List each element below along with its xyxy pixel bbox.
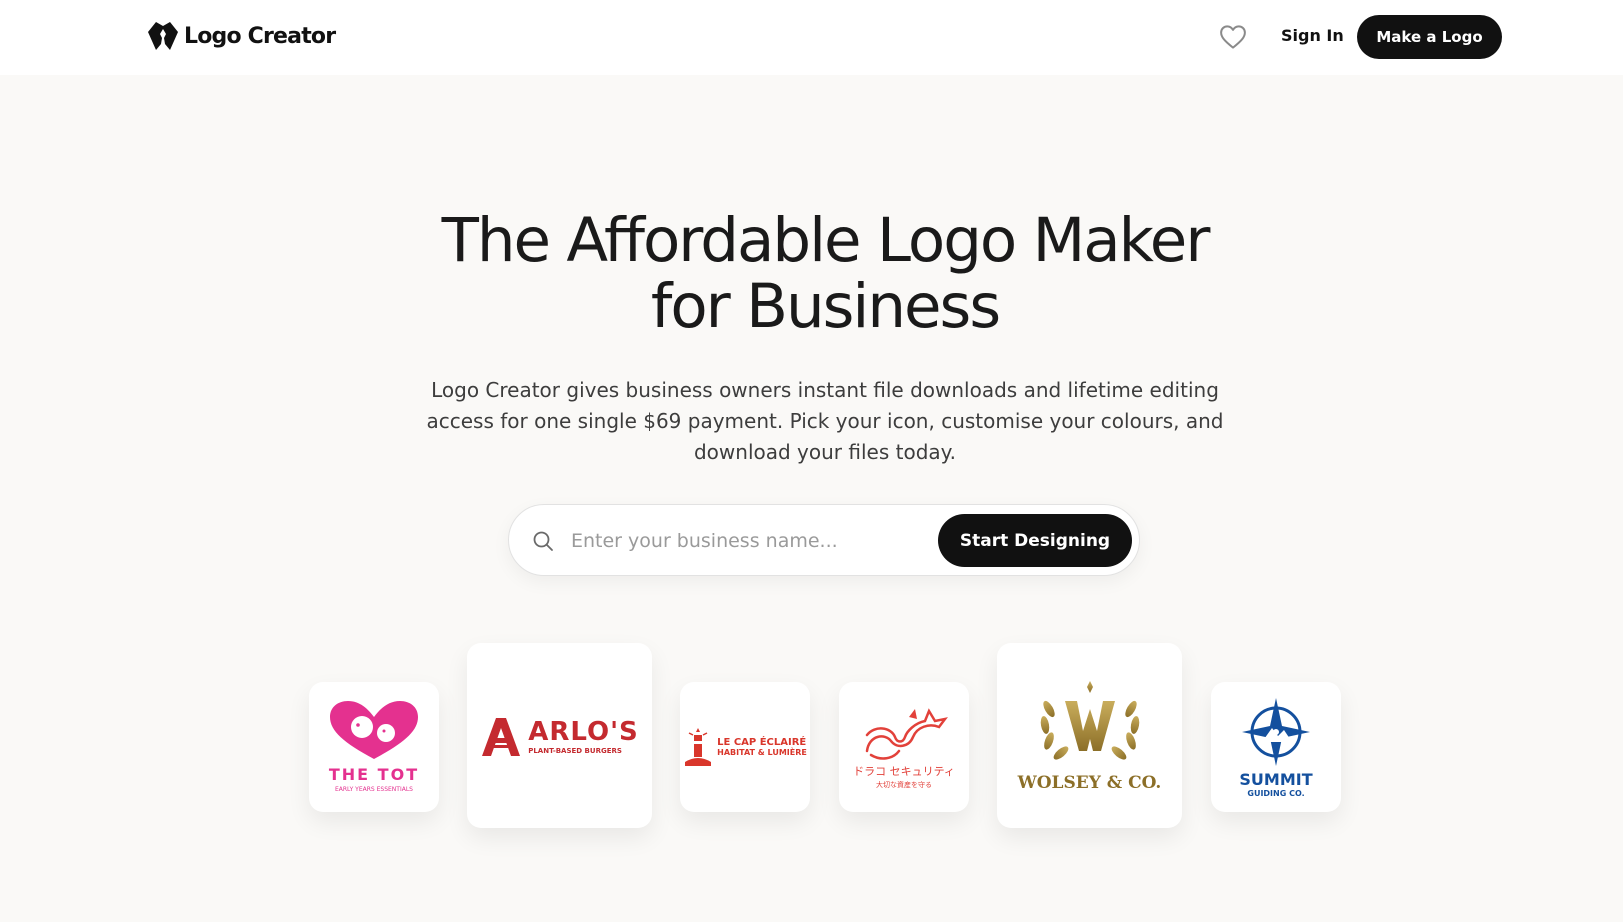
logo-creator-mark-icon bbox=[148, 22, 178, 50]
top-navigation-bar: Logo Creator Sign In Make a Logo bbox=[0, 0, 1623, 75]
le-cap-lockup: LE CAP ÉCLAIRÉ HABITAT & LUMIÈRE bbox=[683, 726, 807, 768]
start-designing-button[interactable]: Start Designing bbox=[938, 514, 1132, 567]
make-a-logo-button[interactable]: Make a Logo bbox=[1357, 15, 1502, 59]
le-cap-name: LE CAP ÉCLAIRÉ bbox=[717, 737, 807, 748]
compass-mountain-icon bbox=[1242, 698, 1310, 766]
example-logo-summit[interactable]: SUMMIT GUIDING CO. bbox=[1211, 682, 1341, 812]
hero-title-line-1: The Affordable Logo Maker bbox=[441, 205, 1211, 276]
summit-tagline: GUIDING CO. bbox=[1247, 789, 1305, 798]
hero-title-line-2: for Business bbox=[650, 271, 1001, 342]
hero-subtitle: Logo Creator gives business owners insta… bbox=[426, 378, 1224, 464]
example-logo-the-tot[interactable]: THE TOT EARLY YEARS ESSENTIALS bbox=[309, 682, 439, 812]
the-tot-tagline: EARLY YEARS ESSENTIALS bbox=[334, 786, 413, 793]
dragon-icon bbox=[865, 707, 948, 760]
arlos-name: ARLO'S bbox=[528, 716, 639, 747]
le-cap-text: LE CAP ÉCLAIRÉ HABITAT & LUMIÈRE bbox=[717, 737, 807, 757]
laurel-crown-icon bbox=[1040, 680, 1139, 760]
brand-name: Logo Creator bbox=[184, 23, 336, 49]
brand-logo-link[interactable]: Logo Creator bbox=[146, 20, 336, 52]
search-icon bbox=[533, 531, 553, 551]
example-logo-wolsey-co[interactable]: WOLSEY & CO. bbox=[997, 643, 1182, 828]
business-name-input[interactable] bbox=[571, 523, 901, 559]
draco-name: ドラコ セキュリティ bbox=[853, 764, 955, 778]
example-logo-draco-security[interactable]: ドラコ セキュリティ 大切な資産を守る bbox=[839, 682, 969, 812]
summit-name: SUMMIT bbox=[1239, 770, 1313, 789]
wolsey-name: WOLSEY & CO. bbox=[1017, 772, 1162, 793]
arlos-tagline: PLANT-BASED BURGERS bbox=[528, 746, 622, 755]
arlos-lockup: ARLO'S PLANT-BASED BURGERS bbox=[480, 716, 639, 756]
sign-in-link[interactable]: Sign In bbox=[1281, 26, 1344, 45]
the-tot-name: THE TOT bbox=[328, 765, 420, 784]
bears-heart-icon bbox=[330, 701, 418, 759]
business-name-search-bar: Start Designing bbox=[508, 504, 1140, 576]
heart-icon[interactable] bbox=[1218, 22, 1248, 52]
burger-arch-icon bbox=[482, 717, 521, 756]
draco-tagline: 大切な資産を守る bbox=[876, 780, 932, 789]
hero-title: The Affordable Logo Maker for Business bbox=[0, 208, 1623, 340]
arlos-text: ARLO'S PLANT-BASED BURGERS bbox=[528, 717, 639, 755]
example-logo-arlos[interactable]: ARLO'S PLANT-BASED BURGERS bbox=[467, 643, 652, 828]
example-logo-le-cap-eclaire[interactable]: LE CAP ÉCLAIRÉ HABITAT & LUMIÈRE bbox=[680, 682, 810, 812]
lighthouse-icon bbox=[685, 728, 712, 766]
le-cap-tagline: HABITAT & LUMIÈRE bbox=[717, 748, 807, 757]
